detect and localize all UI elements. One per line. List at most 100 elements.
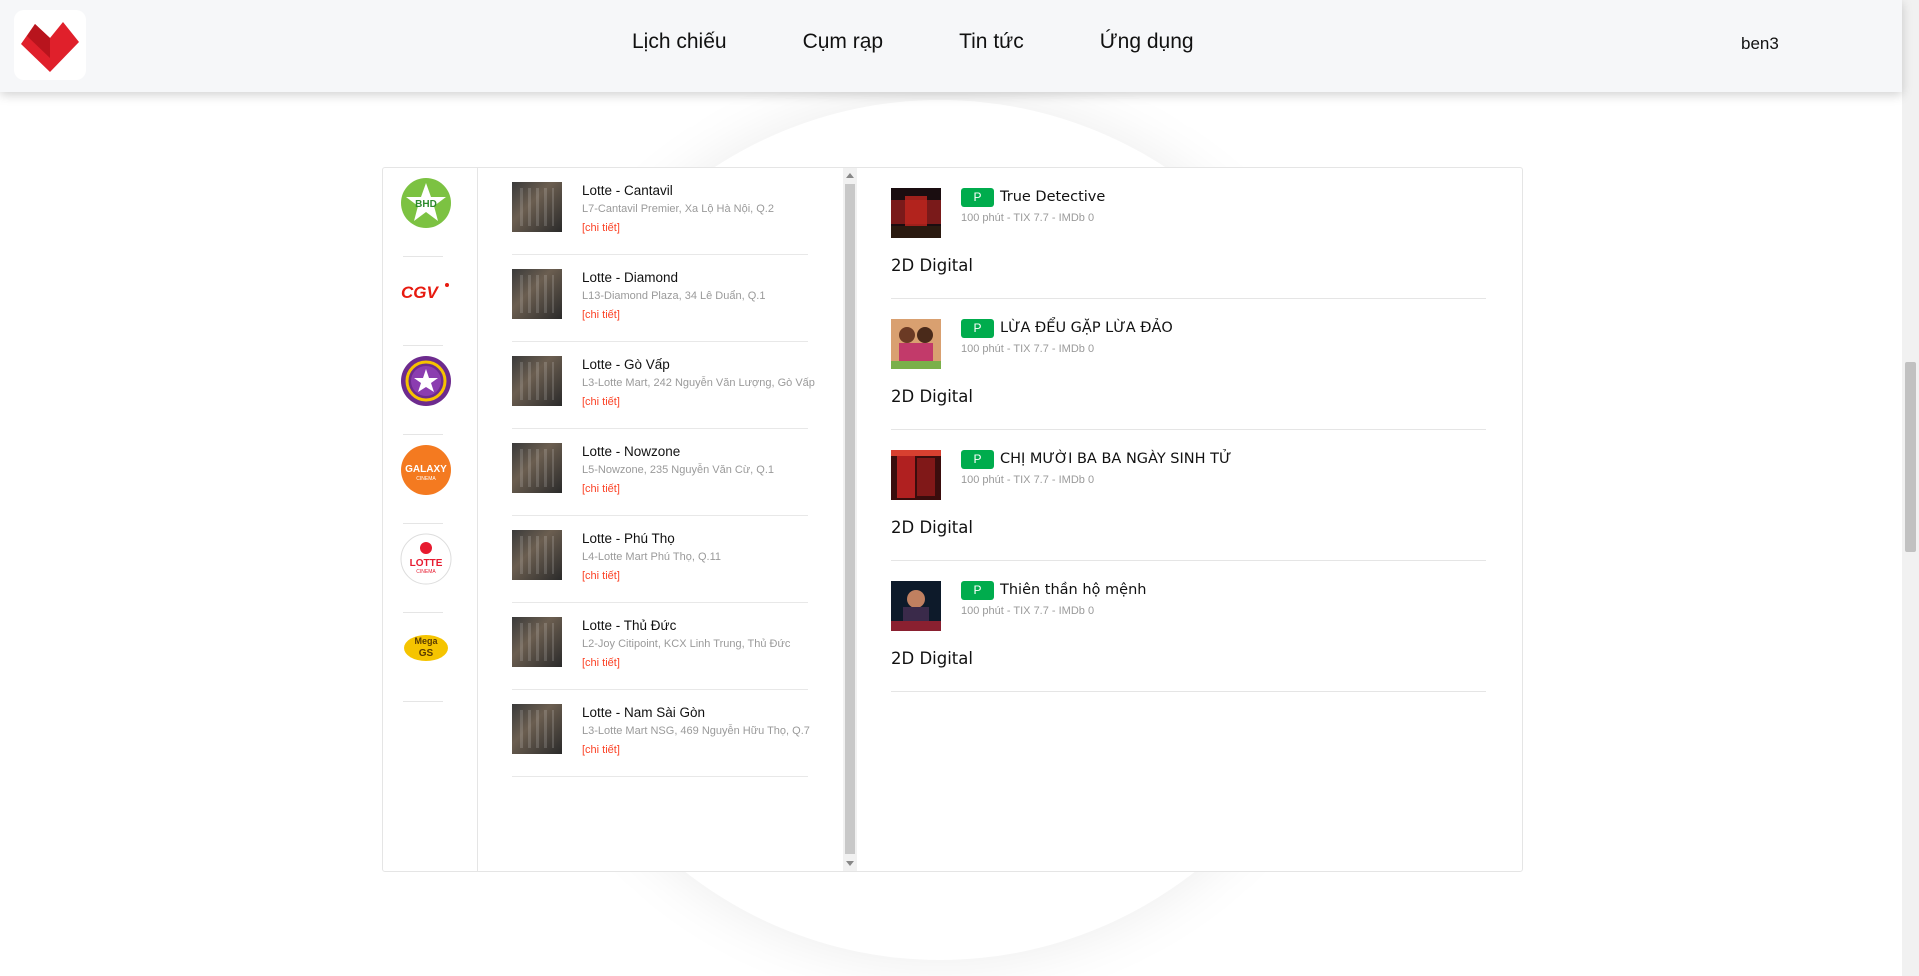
movie-poster — [891, 450, 941, 500]
cinema-thumbnail — [512, 704, 562, 754]
cinema-item[interactable]: Lotte - Diamond L13-Diamond Plaza, 34 Lê… — [512, 255, 808, 342]
cinema-thumbnail — [512, 182, 562, 232]
movie-title: CHỊ MƯỜI BA BA NGÀY SINH TỬ — [1000, 451, 1232, 467]
brand-divider — [403, 612, 443, 613]
cinema-list-scrollbar[interactable] — [843, 168, 857, 871]
cinema-address: L2-Joy Citipoint, KCX Linh Trung, Thủ Đứ… — [582, 638, 791, 650]
nav-news[interactable]: Tin tức — [959, 30, 1024, 54]
cinema-address: L13-Diamond Plaza, 34 Lê Duẩn, Q.1 — [582, 290, 766, 302]
cinema-item[interactable]: Lotte - Nam Sài Gòn L3-Lotte Mart NSG, 4… — [512, 690, 810, 777]
cinema-item[interactable]: Lotte - Phú Thọ L4-Lotte Mart Phú Thọ, Q… — [512, 516, 808, 603]
cinema-name: Lotte - Thủ Đức — [582, 618, 677, 633]
cinema-address: L4-Lotte Mart Phú Thọ, Q.11 — [582, 551, 722, 563]
cinema-name: Lotte - Gò Vấp — [582, 357, 670, 372]
cgv-logo-icon: CGV — [401, 283, 449, 302]
brand-divider — [403, 434, 443, 435]
cinema-thumbnail — [512, 356, 562, 406]
movie-title: True Detective — [1000, 189, 1106, 205]
brand-cgv[interactable]: CGV — [399, 265, 453, 319]
cinema-item[interactable]: Lotte - Thủ Đức L2-Joy Citipoint, KCX Li… — [512, 603, 808, 690]
svg-text:Mega: Mega — [414, 636, 438, 646]
svg-text:CGV: CGV — [401, 283, 440, 302]
movie-meta: 100 phút - TIX 7.7 - IMDb 0 — [961, 212, 1095, 224]
brand-galaxy[interactable]: GALAXY CINEMA — [399, 443, 453, 497]
movie-meta: 100 phút - TIX 7.7 - IMDb 0 — [961, 474, 1095, 486]
movie-poster — [891, 188, 941, 238]
cinema-detail-link[interactable]: [chi tiết] — [582, 222, 620, 234]
movie-item[interactable]: P CHỊ MƯỜI BA BA NGÀY SINH TỬ 100 phút -… — [891, 430, 1486, 561]
scroll-down-arrow-icon[interactable] — [846, 861, 854, 866]
cinema-address: L5-Nowzone, 235 Nguyễn Văn Cừ, Q.1 — [582, 464, 775, 476]
cinema-item[interactable]: Lotte - Gò Vấp L3-Lotte Mart, 242 Nguyễn… — [512, 342, 815, 429]
top-header: Lịch chiếu Cụm rạp Tin tức Ứng dụng ben3 — [0, 0, 1902, 92]
brand-divider — [403, 256, 443, 257]
cinema-detail-link[interactable]: [chi tiết] — [582, 483, 620, 495]
cinema-thumbnail — [512, 269, 562, 319]
page-scrollbar-thumb[interactable] — [1905, 362, 1916, 552]
movie-format: 2D Digital — [891, 518, 973, 537]
cinestar-logo-icon — [401, 356, 451, 406]
movie-title: Thiên thần hộ mệnh — [1000, 582, 1147, 598]
cinema-detail-link[interactable]: [chi tiết] — [582, 570, 620, 582]
svg-text:LOTTE: LOTTE — [410, 558, 443, 569]
movie-item[interactable]: P True Detective 100 phút - TIX 7.7 - IM… — [891, 168, 1486, 299]
cinema-detail-link[interactable]: [chi tiết] — [582, 396, 620, 408]
age-rating-badge: P — [961, 450, 994, 469]
cinema-list: Lotte - Cantavil L7-Cantavil Premier, Xa… — [478, 168, 826, 871]
user-name[interactable]: ben3 — [1741, 34, 1779, 54]
brand-divider — [403, 523, 443, 524]
movie-format: 2D Digital — [891, 256, 973, 275]
brand-lotte[interactable]: LOTTE CINEMA — [399, 532, 453, 586]
heart-logo-icon — [21, 22, 79, 72]
cinema-thumbnail — [512, 530, 562, 580]
svg-text:GALAXY: GALAXY — [405, 464, 447, 475]
brand-divider — [403, 701, 443, 702]
nav-apps[interactable]: Ứng dụng — [1100, 30, 1194, 54]
movie-list: P True Detective 100 phút - TIX 7.7 - IM… — [891, 168, 1491, 871]
cinema-item[interactable]: Lotte - Cantavil L7-Cantavil Premier, Xa… — [512, 168, 808, 255]
cinema-detail-link[interactable]: [chi tiết] — [582, 309, 620, 321]
nav-cinemas[interactable]: Cụm rạp — [803, 30, 884, 54]
age-rating-badge: P — [961, 188, 994, 207]
cinema-detail-link[interactable]: [chi tiết] — [582, 657, 620, 669]
brand-list: BHD CGV GALAXY CINEMA LOTTE CINEMA Mega … — [383, 168, 478, 871]
movie-poster — [891, 319, 941, 369]
movie-item[interactable]: P Thiên thần hộ mệnh 100 phút - TIX 7.7 … — [891, 561, 1486, 692]
showtime-panel: BHD CGV GALAXY CINEMA LOTTE CINEMA Mega … — [382, 167, 1523, 872]
movie-title: LỪA ĐỂU GẶP LỪA ĐẢO — [1000, 320, 1173, 336]
cinema-address: L3-Lotte Mart NSG, 469 Nguyễn Hữu Thọ, Q… — [582, 725, 810, 737]
cinema-thumbnail — [512, 443, 562, 493]
movie-meta: 100 phút - TIX 7.7 - IMDb 0 — [961, 343, 1095, 355]
svg-text:CINEMA: CINEMA — [416, 476, 436, 482]
main-nav: Lịch chiếu Cụm rạp Tin tức Ứng dụng — [632, 30, 1270, 54]
brand-megags[interactable]: Mega GS — [399, 621, 453, 675]
svg-text:GS: GS — [419, 648, 434, 659]
cinema-name: Lotte - Diamond — [582, 270, 679, 285]
cinema-thumbnail — [512, 617, 562, 667]
site-logo[interactable] — [14, 10, 86, 80]
cinema-item[interactable]: Lotte - Nowzone L5-Nowzone, 235 Nguyễn V… — [512, 429, 808, 516]
cinema-name: Lotte - Phú Thọ — [582, 531, 675, 546]
galaxy-logo-icon: GALAXY CINEMA — [401, 445, 451, 495]
cinema-name: Lotte - Nowzone — [582, 444, 681, 459]
brand-bhd[interactable]: BHD — [399, 176, 453, 230]
age-rating-badge: P — [961, 319, 994, 338]
movie-format: 2D Digital — [891, 387, 973, 406]
scroll-up-arrow-icon[interactable] — [846, 173, 854, 178]
scrollbar-thumb[interactable] — [845, 184, 855, 854]
bhd-logo-icon: BHD — [401, 178, 451, 228]
movie-meta: 100 phút - TIX 7.7 - IMDb 0 — [961, 605, 1095, 617]
nav-showtimes[interactable]: Lịch chiếu — [632, 30, 727, 54]
movie-poster — [891, 581, 941, 631]
svg-text:CINEMA: CINEMA — [416, 569, 436, 575]
movie-item[interactable]: P LỪA ĐỂU GẶP LỪA ĐẢO 100 phút - TIX 7.7… — [891, 299, 1486, 430]
megags-logo-icon: Mega GS — [404, 635, 448, 661]
page-scrollbar[interactable] — [1902, 0, 1919, 976]
brand-cinestar[interactable] — [399, 354, 453, 408]
brand-divider — [403, 345, 443, 346]
lotte-logo-icon: LOTTE CINEMA — [400, 533, 452, 585]
age-rating-badge: P — [961, 581, 994, 600]
movie-format: 2D Digital — [891, 649, 973, 668]
cinema-address: L3-Lotte Mart, 242 Nguyễn Văn Lượng, Gò … — [582, 377, 815, 389]
cinema-detail-link[interactable]: [chi tiết] — [582, 744, 620, 756]
